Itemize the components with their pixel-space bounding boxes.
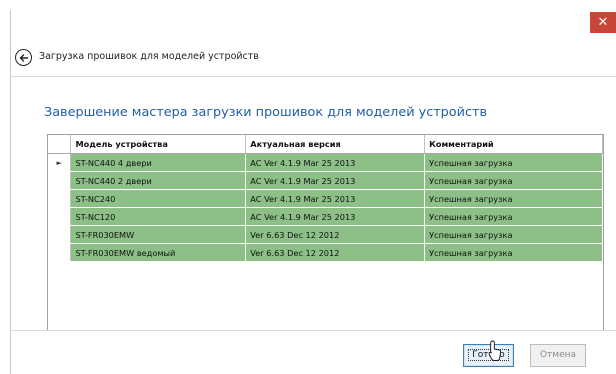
cell-model: ST-NC440 2 двери [70, 171, 247, 190]
cell-comment: Успешная загрузка [424, 207, 603, 226]
cell-comment: Успешная загрузка [424, 153, 603, 172]
table-row[interactable]: ST-NC120 AC Ver 4.1.9 Mar 25 2013 Успешн… [48, 207, 603, 226]
mouse-cursor-icon [488, 340, 502, 361]
cell-version: AC Ver 4.1.9 Mar 25 2013 [245, 207, 426, 226]
row-header-cell [48, 243, 72, 262]
cell-version: AC Ver 4.1.9 Mar 25 2013 [245, 153, 426, 172]
table-row[interactable]: ST-NC240 AC Ver 4.1.9 Mar 25 2013 Успешн… [48, 189, 603, 208]
wizard-header: Загрузка прошивок для моделей устройств [11, 39, 616, 77]
row-header-cell [48, 207, 72, 226]
cell-model: ST-FR030EMW [70, 225, 247, 244]
table-row[interactable]: ► ST-NC440 4 двери AC Ver 4.1.9 Mar 25 2… [48, 153, 603, 172]
wizard-step-heading: Завершение мастера загрузки прошивок для… [44, 105, 487, 120]
row-header-cell [48, 225, 72, 244]
page-title: Загрузка прошивок для моделей устройств [39, 51, 259, 62]
title-bar: ✕ [11, 10, 616, 39]
arrow-left-icon [19, 53, 28, 62]
row-header-corner [48, 135, 72, 154]
firmware-results-grid[interactable]: Модель устройства Актуальная версия Комм… [47, 134, 604, 342]
cell-version: AC Ver 4.1.9 Mar 25 2013 [245, 189, 426, 208]
cell-comment: Успешная загрузка [424, 171, 603, 190]
column-header-model[interactable]: Модель устройства [70, 135, 247, 154]
cell-model: ST-NC240 [70, 189, 247, 208]
table-row[interactable]: ST-FR030EMW ведомый Ver 6.63 Dec 12 2012… [48, 243, 603, 262]
current-row-indicator-icon: ► [48, 153, 72, 172]
cancel-button[interactable]: Отмена [530, 344, 586, 367]
table-row[interactable]: ST-NC440 2 двери AC Ver 4.1.9 Mar 25 201… [48, 171, 603, 190]
table-header-row: Модель устройства Актуальная версия Комм… [48, 135, 603, 154]
cell-version: AC Ver 4.1.9 Mar 25 2013 [245, 171, 426, 190]
table-row[interactable]: ST-FR030EMW Ver 6.63 Dec 12 2012 Успешна… [48, 225, 603, 244]
cell-comment: Успешная загрузка [424, 189, 603, 208]
back-button[interactable] [15, 49, 32, 66]
column-header-version[interactable]: Актуальная версия [245, 135, 426, 154]
wizard-footer: Готово Отмена [11, 330, 616, 374]
cell-comment: Успешная загрузка [424, 243, 603, 262]
cell-comment: Успешная загрузка [424, 225, 603, 244]
cell-model: ST-NC120 [70, 207, 247, 226]
cell-model: ST-NC440 4 двери [70, 153, 247, 172]
close-button[interactable]: ✕ [590, 12, 616, 33]
row-header-cell [48, 171, 72, 190]
firmware-results-table: Модель устройства Актуальная версия Комм… [48, 135, 603, 262]
cell-version: Ver 6.63 Dec 12 2012 [245, 225, 426, 244]
wizard-content: Завершение мастера загрузки прошивок для… [11, 77, 616, 342]
cell-version: Ver 6.63 Dec 12 2012 [245, 243, 426, 262]
row-header-cell [48, 189, 72, 208]
column-header-comment[interactable]: Комментарий [424, 135, 603, 154]
cell-model: ST-FR030EMW ведомый [70, 243, 247, 262]
wizard-window: ✕ Загрузка прошивок для моделей устройст… [10, 10, 616, 374]
